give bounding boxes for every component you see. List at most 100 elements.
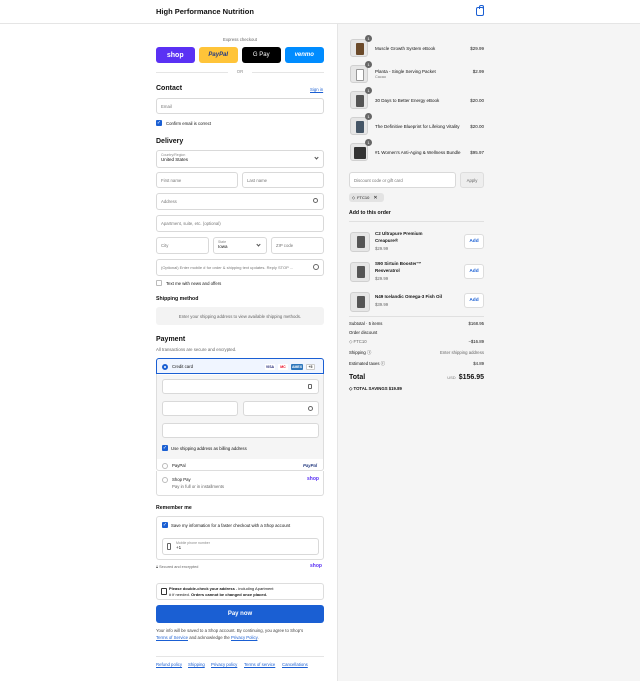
terms-link[interactable]: Terms of Service — [156, 635, 188, 640]
card-number-field[interactable] — [162, 379, 319, 394]
or-divider: OR — [156, 69, 324, 74]
save-info-checkbox[interactable]: ✓ — [162, 522, 168, 528]
address-field[interactable]: Address — [156, 193, 324, 210]
city-field[interactable]: City — [156, 237, 209, 254]
refund-policy-link[interactable]: Refund policy — [156, 662, 182, 667]
savings-value: $19.89 — [388, 386, 402, 391]
notice-text-1: - including Apartment — [234, 586, 274, 591]
zip-field[interactable]: ZIP code — [271, 237, 324, 254]
remember-me-box: ✓ Save my information for a faster check… — [156, 516, 324, 560]
delivery-title: Delivery — [156, 138, 184, 145]
notice-text-2: # if needed. — [169, 591, 192, 597]
last-name-field[interactable]: Last name — [242, 172, 324, 188]
notice-text: Please double-check your address - inclu… — [169, 586, 319, 597]
help-icon[interactable] — [308, 406, 313, 411]
privacy-link[interactable]: Privacy Policy — [231, 635, 257, 640]
apply-button[interactable]: Apply — [460, 172, 484, 188]
close-icon[interactable]: ✕ — [373, 195, 377, 201]
secure-label: 🔒︎ Secured and encrypted — [156, 565, 199, 569]
header: High Performance Nutrition — [0, 0, 640, 24]
shop-pay-radio[interactable] — [162, 477, 168, 483]
paypal-radio[interactable] — [162, 463, 168, 469]
discount-code-field[interactable]: Discount code or gift card — [349, 172, 456, 188]
add-upsell-button[interactable]: Add — [464, 234, 484, 249]
country-select[interactable]: Country/Region United States — [156, 150, 324, 168]
upsell-thumbnail — [350, 232, 370, 252]
confirm-email-checkbox[interactable]: ✓ — [156, 120, 162, 126]
shipping-link[interactable]: Shipping — [188, 662, 205, 667]
shipping-label-text: Shipping — [349, 350, 366, 355]
add-upsell-button[interactable]: Add — [464, 293, 484, 308]
add-upsell-button[interactable]: Add — [464, 264, 484, 279]
notice-bold-2: Orders cannot be changed once placed. — [191, 591, 268, 597]
taxes-value: $4.89 — [473, 361, 484, 366]
discount-code-row: ◇ FTC10 −$16.89 — [349, 339, 484, 345]
cancellations-link[interactable]: Cancellations — [282, 662, 308, 667]
product-thumbnail — [350, 117, 368, 135]
terms-of-service-link[interactable]: Terms of service — [244, 662, 275, 667]
order-discount-label: Order discount — [349, 330, 378, 335]
cart-item-price: $20.00 — [470, 98, 484, 103]
contact-title: Contact — [156, 85, 183, 92]
savings-label: TOTAL SAVINGS — [353, 386, 388, 391]
email-field[interactable]: Email — [156, 98, 324, 114]
phone-field[interactable]: (Optional) Enter mobile # for order & sh… — [156, 259, 324, 276]
paypal-logo: PayPal — [303, 463, 318, 468]
info-icon[interactable]: ⓘ — [381, 361, 385, 366]
subtotal-row: Subtotal · 5 items $168.95 — [349, 321, 484, 326]
mobile-phone-field[interactable]: Mobile phone number +1 — [162, 538, 319, 555]
visa-logo: VISA — [265, 364, 275, 370]
notice-bold-1: Please double-check your address — [169, 586, 235, 591]
quantity-badge: 1 — [365, 61, 372, 68]
billing-address-checkbox[interactable]: ✓ — [162, 445, 168, 451]
divider — [349, 221, 484, 222]
shop-pay-button[interactable]: shop — [156, 47, 195, 63]
taxes-row: Estimated taxes ⓘ $4.89 — [349, 361, 484, 367]
help-icon[interactable] — [313, 264, 319, 270]
taxes-label-text: Estimated taxes — [349, 361, 380, 366]
tag-icon: ◇ — [352, 195, 356, 200]
shipping-label: Shipping ⓘ — [349, 350, 371, 356]
apartment-field[interactable]: Apartment, suite, etc. (optional) — [156, 215, 324, 232]
add-to-order-title: Add to this order — [349, 210, 391, 216]
sign-in-link[interactable]: Sign in — [310, 87, 323, 92]
upsell-thumbnail — [350, 262, 370, 282]
shipping-row: Shipping ⓘ Enter shipping address — [349, 350, 484, 356]
upsell-price: $29.99 — [375, 246, 389, 251]
cart-item-price: $95.97 — [470, 150, 484, 155]
payment-methods: Credit card VISA MC AMEX +5 ✓ Use shippi… — [156, 358, 324, 471]
text-me-checkbox[interactable] — [156, 280, 162, 286]
total-label: Total — [349, 374, 366, 381]
footer-divider — [156, 656, 324, 657]
subtotal-label: Subtotal · 5 items — [349, 321, 383, 326]
store-name[interactable]: High Performance Nutrition — [156, 7, 254, 16]
shop-pay-option[interactable]: Shop Pay Pay in full or in installments … — [156, 471, 324, 496]
total-value: $156.95 — [458, 374, 484, 381]
taxes-label: Estimated taxes ⓘ — [349, 361, 385, 367]
google-pay-button[interactable]: G Pay — [242, 47, 281, 63]
payment-title: Payment — [156, 336, 186, 343]
card-form: ✓ Use shipping address as billing addres… — [157, 375, 323, 459]
pay-now-button[interactable]: Pay now — [156, 605, 324, 623]
shopping-bag-icon[interactable] — [476, 5, 484, 16]
credit-card-option[interactable]: Credit card VISA MC AMEX +5 — [156, 358, 324, 374]
first-name-field[interactable]: First name — [156, 172, 238, 188]
amex-logo: AMEX — [291, 364, 303, 370]
shipping-placeholder: Enter your shipping address to view avai… — [156, 307, 324, 325]
expiry-field[interactable] — [162, 401, 238, 416]
remember-me-title: Remember me — [156, 505, 192, 511]
discount-value: −$16.89 — [468, 339, 484, 344]
paypal-label: PayPal — [172, 463, 186, 468]
upsell-name-line2: Creapure® — [375, 238, 399, 243]
shipping-method-title: Shipping method — [156, 296, 199, 302]
info-icon[interactable]: ⓘ — [367, 350, 371, 355]
cart-item-name: Muscle Growth System eBook — [375, 46, 436, 51]
privacy-policy-link[interactable]: Privacy policy — [211, 662, 237, 667]
legal-line: Your info will be saved to a Shop accoun… — [156, 628, 304, 633]
credit-card-radio[interactable] — [162, 364, 168, 370]
venmo-button[interactable]: venmo — [285, 47, 324, 63]
paypal-button[interactable]: PayPal — [199, 47, 238, 63]
name-on-card-field[interactable] — [162, 423, 319, 438]
upsell-name: C2 Ultrapure Premium — [375, 231, 423, 236]
order-discount-row: Order discount — [349, 330, 484, 335]
